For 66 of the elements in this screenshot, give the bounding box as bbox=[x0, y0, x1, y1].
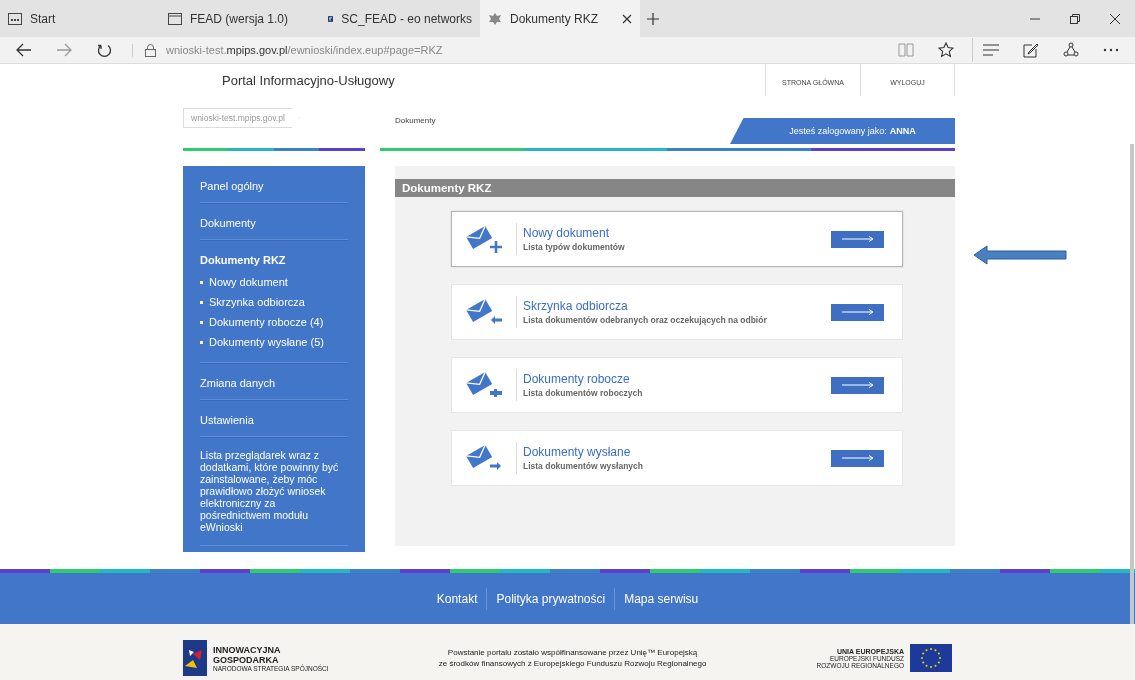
card-title: Dokumenty wysłane bbox=[523, 445, 632, 459]
share-icon[interactable] bbox=[1063, 42, 1079, 58]
footer-link[interactable]: Polityka prywatności bbox=[486, 587, 615, 610]
eu-flag-icon bbox=[910, 644, 952, 672]
sidebar-sublink[interactable]: Dokumenty wysłane (5) bbox=[209, 336, 324, 348]
restore-icon[interactable] bbox=[1070, 13, 1080, 24]
more-icon[interactable] bbox=[1103, 48, 1119, 52]
funding-note: Powstanie portalu zostało współfinansowane przez Unię™ Europejską bbox=[446, 647, 699, 658]
app-icon bbox=[8, 12, 22, 25]
arrow-icon bbox=[841, 382, 874, 388]
browser-tab[interactable]: Dokumenty RKZ bbox=[480, 0, 640, 37]
sidebar-link[interactable]: Ustawienia bbox=[200, 414, 254, 426]
breadcrumb: Dokumenty bbox=[395, 116, 436, 125]
sidebar-link[interactable]: Dokumenty bbox=[200, 217, 256, 229]
note-pen-icon[interactable] bbox=[1023, 42, 1039, 58]
card-subtitle: Lista typów dokumentów bbox=[523, 242, 626, 252]
go-button[interactable] bbox=[831, 449, 884, 467]
footer-link[interactable]: Kontakt bbox=[427, 587, 487, 610]
document-card[interactable]: Dokumenty wysłane Lista dokumentów wysłanych bbox=[451, 430, 903, 486]
favorite-star-icon[interactable] bbox=[938, 42, 954, 58]
sidebar-sublink[interactable]: Skrzynka odbiorcza bbox=[209, 296, 305, 308]
sidebar-sublink[interactable]: Nowy dokument bbox=[209, 276, 288, 288]
document-card[interactable]: Skrzynka odbiorcza Lista dokumentów odebranych oraz oczekujących na odbiór bbox=[451, 284, 903, 340]
browser-list-link[interactable]: Lista przeglądarek wraz z dodatkami, które powinny być zainstalowane, żeby móc prawidłowo złożyć wniosek elektroniczny za pośrednictwem modułu eWnioski bbox=[200, 437, 348, 546]
document-card[interactable]: Nowy dokument Lista typów dokumentów bbox=[451, 211, 903, 267]
bullet-icon bbox=[200, 320, 203, 324]
lock-icon bbox=[145, 43, 156, 57]
arrow-icon bbox=[841, 455, 874, 461]
close-tab-icon[interactable] bbox=[622, 13, 632, 24]
card-subtitle: Lista dokumentów odebranych oraz oczekujących na odbiór bbox=[523, 315, 768, 325]
back-icon[interactable] bbox=[16, 43, 32, 57]
innovation-logo-icon bbox=[183, 640, 207, 676]
pointer-arrow-icon bbox=[973, 245, 1067, 265]
go-button[interactable] bbox=[831, 376, 884, 394]
arrow-icon bbox=[841, 309, 874, 315]
scrollbar[interactable] bbox=[1130, 144, 1134, 624]
go-button[interactable] bbox=[831, 230, 884, 248]
close-icon[interactable] bbox=[1110, 13, 1120, 24]
sidebar-link[interactable]: Dokumenty RKZ bbox=[200, 254, 286, 266]
bullet-icon bbox=[200, 300, 203, 304]
card-title: Skrzynka odbiorcza bbox=[523, 299, 629, 313]
footer-link[interactable]: Mapa serwisu bbox=[614, 587, 708, 610]
sidebar-sublink[interactable]: Dokumenty robocze (4) bbox=[209, 316, 324, 328]
menu-icon[interactable] bbox=[983, 44, 999, 56]
page-icon bbox=[168, 12, 182, 25]
envelope-icon bbox=[466, 223, 504, 255]
bullet-icon bbox=[200, 340, 203, 344]
document-card[interactable]: Dokumenty robocze Lista dokumentów roboczych bbox=[451, 357, 903, 413]
sidebar-link[interactable]: Zmiana danych bbox=[200, 377, 276, 389]
address-field[interactable]: wnioski-test.mpips.gov.pl/ewnioski/index.eup#page=RKZ bbox=[166, 44, 443, 56]
card-subtitle: Lista dokumentów roboczych bbox=[523, 388, 644, 398]
refresh-icon[interactable] bbox=[96, 42, 112, 58]
new-tab-icon[interactable] bbox=[647, 12, 659, 25]
go-button[interactable] bbox=[831, 303, 884, 321]
arrow-icon bbox=[841, 236, 874, 242]
portal-title: Portal Informacyjno-Usługowy bbox=[222, 72, 396, 88]
card-title: Nowy dokument bbox=[523, 226, 611, 240]
breadcrumb-host[interactable]: wnioski-test.mpips.gov.pl bbox=[183, 108, 300, 128]
card-title: Dokumenty robocze bbox=[523, 372, 631, 386]
forward-icon[interactable] bbox=[56, 43, 72, 57]
login-banner: Jesteś zalogowany jako: ANNA bbox=[730, 118, 955, 144]
card-subtitle: Lista dokumentów wysłanych bbox=[523, 461, 644, 471]
funding-note: ze środków finansowych z Europejskiego Funduszu Rozwoju Regionalnego bbox=[437, 658, 708, 669]
sidebar-link[interactable]: Panel ogólny bbox=[200, 180, 264, 192]
panel-header: Dokumenty RKZ bbox=[395, 179, 955, 197]
bullet-icon bbox=[200, 280, 203, 284]
